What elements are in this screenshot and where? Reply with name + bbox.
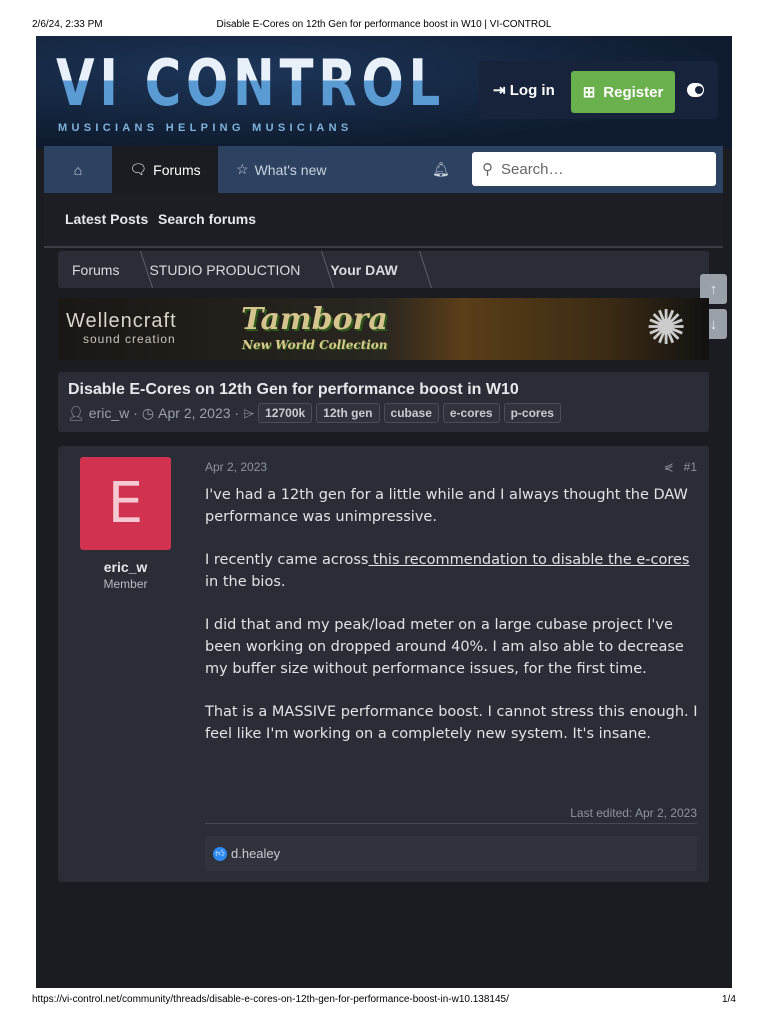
search-icon: ⚲ — [482, 161, 493, 178]
divider — [205, 823, 697, 824]
home-tab[interactable]: ⌂ — [44, 146, 112, 193]
clock-icon: ◷ — [141, 404, 155, 421]
tab-forums[interactable]: 🗨 Forums — [112, 146, 218, 193]
user-icon: 👤︎ — [67, 404, 85, 421]
plus-square-icon: ⊞ — [582, 84, 596, 101]
login-button[interactable]: ⇥ Log in — [493, 81, 555, 99]
print-url: https://vi-control.net/community/threads… — [32, 994, 509, 1005]
star-icon: ☆ — [236, 161, 249, 177]
tag-icon: ⌲ — [243, 404, 255, 421]
tab-whats-new-label: What's new — [254, 161, 327, 178]
post-actions: ⋞ #1 — [664, 460, 697, 474]
post-paragraph: I've had a 12th gen for a little while a… — [205, 487, 688, 525]
last-edited: Last edited: Apr 2, 2023 — [570, 806, 697, 820]
post-text: in the bios. — [205, 574, 286, 590]
post-paragraph: I did that and my peak/load meter on a l… — [205, 617, 684, 677]
breadcrumb-forums[interactable]: Forums — [58, 251, 135, 288]
tag[interactable]: p-cores — [503, 403, 561, 423]
tab-forums-label: Forums — [153, 161, 201, 178]
login-label: Log in — [509, 82, 555, 99]
reaction-user[interactable]: d.healey — [231, 846, 280, 861]
recommendation-link[interactable]: this recommendation to disable the e-cor… — [368, 552, 689, 568]
breadcrumb-your-daw[interactable]: Your DAW — [316, 251, 413, 288]
reactions-bar[interactable]: 👍︎ d.healey — [205, 836, 697, 871]
home-icon: ⌂ — [73, 161, 83, 178]
theme-toggle-icon[interactable] — [687, 83, 704, 97]
post-number[interactable]: #1 — [684, 460, 697, 474]
latest-posts-link[interactable]: Latest Posts — [65, 211, 148, 227]
site-logo[interactable]: VI CONTROL — [56, 50, 445, 118]
tab-whats-new[interactable]: ☆ What's new — [236, 146, 326, 193]
breadcrumb-studio-production[interactable]: STUDIO PRODUCTION — [135, 251, 316, 288]
thread-title: Disable E-Cores on 12th Gen for performa… — [68, 381, 519, 398]
banner-product-sub: New World Collection — [242, 338, 388, 352]
banner-brand-sub: sound creation — [83, 332, 176, 346]
chat-icon: 🗨 — [129, 161, 148, 177]
post-paragraph: That is a MASSIVE performance boost. I c… — [205, 704, 698, 742]
bell-icon[interactable]: 🔔︎ — [432, 146, 450, 193]
thread-author[interactable]: eric_w — [89, 405, 129, 421]
tag[interactable]: 12700k — [258, 403, 313, 423]
register-button[interactable]: ⊞ Register — [571, 71, 675, 113]
sub-nav: Latest Posts Search forums — [44, 193, 723, 248]
site-header: VI CONTROL MUSICIANS HELPING MUSICIANS ⇥… — [36, 36, 732, 148]
avatar[interactable]: E — [80, 457, 171, 550]
print-page: 1/4 — [722, 994, 736, 1005]
post-username[interactable]: eric_w — [58, 559, 193, 575]
auth-box: ⇥ Log in ⊞ Register — [479, 61, 718, 119]
like-icon: 👍︎ — [213, 846, 227, 861]
thread-header: Disable E-Cores on 12th Gen for performa… — [58, 372, 709, 432]
share-icon[interactable]: ⋞ — [664, 460, 674, 474]
search-placeholder: Search… — [501, 160, 564, 178]
banner-product: Tambora — [241, 302, 388, 337]
register-label: Register — [603, 83, 664, 101]
site-tagline: MUSICIANS HELPING MUSICIANS — [58, 122, 353, 134]
thread-date[interactable]: Apr 2, 2023 — [158, 405, 230, 421]
thread-meta: 👤︎ eric_w · ◷ Apr 2, 2023 · ⌲ 12700k 12th ge… — [67, 403, 561, 423]
post-user-role: Member — [103, 577, 148, 591]
banner-brand: Wellencraft — [66, 310, 177, 332]
breadcrumb: Forums STUDIO PRODUCTION Your DAW — [58, 251, 709, 288]
tag[interactable]: e-cores — [442, 403, 500, 423]
main-nav: ⌂ 🗨 Forums ☆ What's new 🔔︎ ⚲ Search… — [44, 146, 723, 193]
tag[interactable]: cubase — [383, 403, 439, 423]
page: VI CONTROL MUSICIANS HELPING MUSICIANS ⇥… — [36, 36, 732, 988]
search-input[interactable]: ⚲ Search… — [472, 152, 716, 186]
post-text: I recently came across — [205, 552, 369, 568]
tag[interactable]: 12th gen — [316, 403, 380, 423]
post-body: I've had a 12th gen for a little while a… — [205, 484, 705, 766]
ad-banner[interactable]: Wellencraft sound creation Tambora New W… — [58, 298, 709, 360]
print-title: Disable E-Cores on 12th Gen for performa… — [216, 19, 552, 30]
post-paragraph: I recently came across this recommendati… — [205, 549, 705, 593]
search-forums-link[interactable]: Search forums — [158, 211, 256, 227]
post-date[interactable]: Apr 2, 2023 — [205, 460, 267, 474]
web-logo-icon: ✺ — [646, 302, 687, 355]
login-icon: ⇥ — [493, 82, 506, 99]
post: E eric_w Member Apr 2, 2023 ⋞ #1 I've had… — [58, 446, 709, 882]
